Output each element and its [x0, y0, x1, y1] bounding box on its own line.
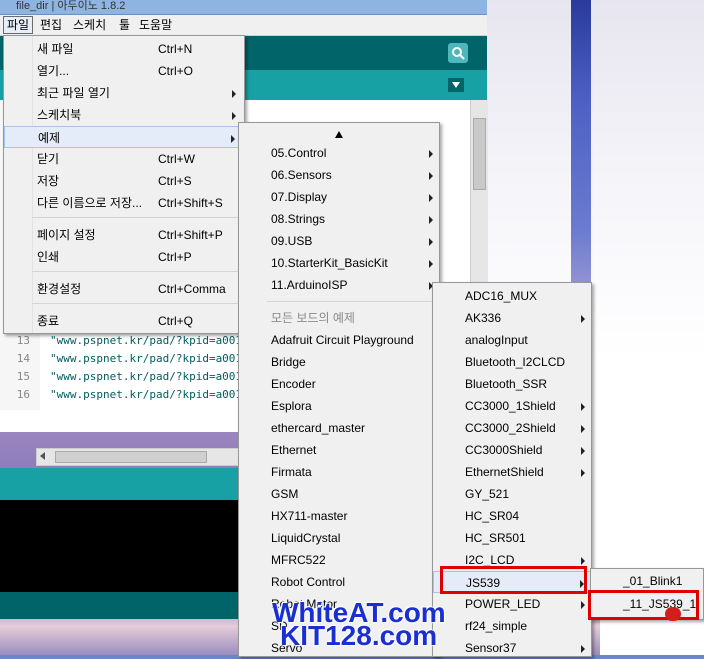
menu-separator — [32, 271, 240, 272]
scroll-up-arrow-icon[interactable] — [335, 131, 343, 138]
vertical-scroll-thumb[interactable] — [473, 118, 486, 190]
menu-item-example[interactable]: 09.USB — [239, 230, 439, 252]
menu-item-sketch[interactable]: GY_521 — [433, 483, 591, 505]
submenu-arrow-icon — [232, 112, 236, 120]
window-titlebar: file_dir | 아두이노 1.8.2 — [0, 0, 487, 15]
submenu-arrow-icon — [581, 601, 585, 609]
code-line: 13 "www.pspnet.kr/pad/?kpid=a001&k — [16, 334, 240, 347]
scroll-left-arrow-icon[interactable] — [40, 452, 45, 460]
menu-item-library[interactable]: Robot Control — [239, 571, 439, 593]
menu-item-example[interactable]: 07.Display — [239, 186, 439, 208]
menu-item-sketch[interactable]: HC_SR04 — [433, 505, 591, 527]
menu-item-new[interactable]: 새 파일 Ctrl+N — [4, 38, 242, 60]
menu-item-sketchbook[interactable]: 스케치북 — [4, 104, 242, 126]
menu-item-library[interactable]: ethercard_master — [239, 417, 439, 439]
menu-item-sketch[interactable]: Bluetooth_SSR — [433, 373, 591, 395]
menu-item-open[interactable]: 열기... Ctrl+O — [4, 60, 242, 82]
menu-separator — [267, 301, 435, 302]
menu-separator — [32, 217, 240, 218]
file-menu: 새 파일 Ctrl+N 열기... Ctrl+O 최근 파일 열기 스케치북 예제 … — [3, 35, 245, 334]
menu-sketch[interactable]: 스케치 — [70, 17, 109, 33]
serial-monitor-button[interactable] — [448, 43, 468, 63]
submenu-arrow-icon — [581, 645, 585, 653]
menu-item-sketch[interactable]: POWER_LED — [433, 593, 591, 615]
menu-item-library[interactable]: Esplora — [239, 395, 439, 417]
menu-item-library[interactable]: GSM — [239, 483, 439, 505]
code-line: 16 "www.pspnet.kr/pad/?kpid=a001&k — [16, 388, 240, 401]
submenu-arrow-icon — [581, 447, 585, 455]
submenu-arrow-icon — [429, 216, 433, 224]
magnifier-icon — [452, 47, 465, 60]
menu-separator — [32, 303, 240, 304]
menu-edit[interactable]: 편집 — [37, 17, 65, 33]
menu-item-sketch[interactable]: EthernetShield — [433, 461, 591, 483]
submenu-arrow-icon — [429, 150, 433, 158]
examples-submenu: 05.Control 06.Sensors 07.Display 08.Stri… — [238, 122, 440, 657]
horizontal-scroll-thumb[interactable] — [55, 451, 207, 463]
menu-item-print[interactable]: 인쇄 Ctrl+P — [4, 246, 242, 268]
menu-item-blink1[interactable]: _01_Blink1 — [591, 570, 703, 592]
submenu-arrow-icon — [581, 469, 585, 477]
menu-item-sketch[interactable]: CC3000_1Shield — [433, 395, 591, 417]
menu-item-example[interactable]: 06.Sensors — [239, 164, 439, 186]
red-badge — [665, 607, 681, 621]
menu-item-example[interactable]: 08.Strings — [239, 208, 439, 230]
menu-item-example[interactable]: 10.StarterKit_BasicKit — [239, 252, 439, 274]
menu-tools[interactable]: 툴 — [116, 17, 133, 33]
menu-item-library[interactable]: MFRC522 — [239, 549, 439, 571]
menu-item-preferences[interactable]: 환경설정 Ctrl+Comma — [4, 278, 242, 300]
menu-item-save[interactable]: 저장 Ctrl+S — [4, 170, 242, 192]
menu-file[interactable]: 파일 — [3, 16, 34, 34]
menu-item-sketch[interactable]: AK336 — [433, 307, 591, 329]
menu-item-sketch[interactable]: Sensor37 — [433, 637, 591, 659]
menu-item-library[interactable]: Ethernet — [239, 439, 439, 461]
menu-item-save-as[interactable]: 다른 이름으로 저장... Ctrl+Shift+S — [4, 192, 242, 214]
menu-item-library[interactable]: Adafruit Circuit Playground — [239, 329, 439, 351]
menu-item-page-setup[interactable]: 페이지 설정 Ctrl+Shift+P — [4, 224, 242, 246]
menu-item-library[interactable]: Encoder — [239, 373, 439, 395]
tab-menu-button[interactable] — [448, 78, 464, 92]
submenu-arrow-icon — [232, 90, 236, 98]
submenu-arrow-icon — [429, 238, 433, 246]
menu-item-library[interactable]: HX711-master — [239, 505, 439, 527]
submenu-arrow-icon — [581, 315, 585, 323]
menu-item-recent[interactable]: 최근 파일 열기 — [4, 82, 242, 104]
menu-item-examples[interactable]: 예제 — [4, 126, 242, 148]
menu-item-sketch[interactable]: ADC16_MUX — [433, 285, 591, 307]
menu-item-sketch[interactable]: CC3000_2Shield — [433, 417, 591, 439]
menu-bar: 파일 편집 스케치 툴 도움말 — [0, 15, 487, 36]
submenu-arrow-icon — [231, 135, 235, 143]
editor-horizontal-scrollbar[interactable] — [36, 448, 242, 466]
menu-item-library[interactable]: Firmata — [239, 461, 439, 483]
submenu-arrow-icon — [429, 172, 433, 180]
menu-section-header: 모든 보드의 예제 — [271, 311, 355, 325]
menu-item-sketch[interactable]: CC3000Shield — [433, 439, 591, 461]
menu-item-library[interactable]: LiquidCrystal — [239, 527, 439, 549]
code-line: 15 "www.pspnet.kr/pad/?kpid=a001&k — [16, 370, 240, 383]
library-examples-submenu: ADC16_MUX AK336 analogInput Bluetooth_I2… — [432, 282, 592, 657]
window-title: file_dir | 아두이노 1.8.2 — [16, 0, 126, 12]
menu-item-sketch[interactable]: Bluetooth_I2CLCD — [433, 351, 591, 373]
menu-item-example[interactable]: 05.Control — [239, 142, 439, 164]
submenu-arrow-icon — [581, 403, 585, 411]
menu-item-library[interactable]: Bridge — [239, 351, 439, 373]
menu-item-quit[interactable]: 종료 Ctrl+Q — [4, 310, 242, 332]
menu-help[interactable]: 도움말 — [136, 17, 175, 33]
submenu-arrow-icon — [581, 557, 585, 565]
highlight-box-js539-1 — [588, 590, 699, 620]
menu-item-sketch[interactable]: HC_SR501 — [433, 527, 591, 549]
submenu-arrow-icon — [581, 425, 585, 433]
watermark-kit128: KIT128.com — [280, 620, 438, 651]
menu-item-example[interactable]: 11.ArduinoISP — [239, 274, 439, 296]
highlight-box-js539 — [440, 566, 587, 594]
code-line: 14 "www.pspnet.kr/pad/?kpid=a001&k — [16, 352, 240, 365]
submenu-arrow-icon — [429, 260, 433, 268]
menu-item-sketch[interactable]: rf24_simple — [433, 615, 591, 637]
menu-item-sketch[interactable]: analogInput — [433, 329, 591, 351]
submenu-arrow-icon — [429, 194, 433, 202]
menu-item-close[interactable]: 닫기 Ctrl+W — [4, 148, 242, 170]
